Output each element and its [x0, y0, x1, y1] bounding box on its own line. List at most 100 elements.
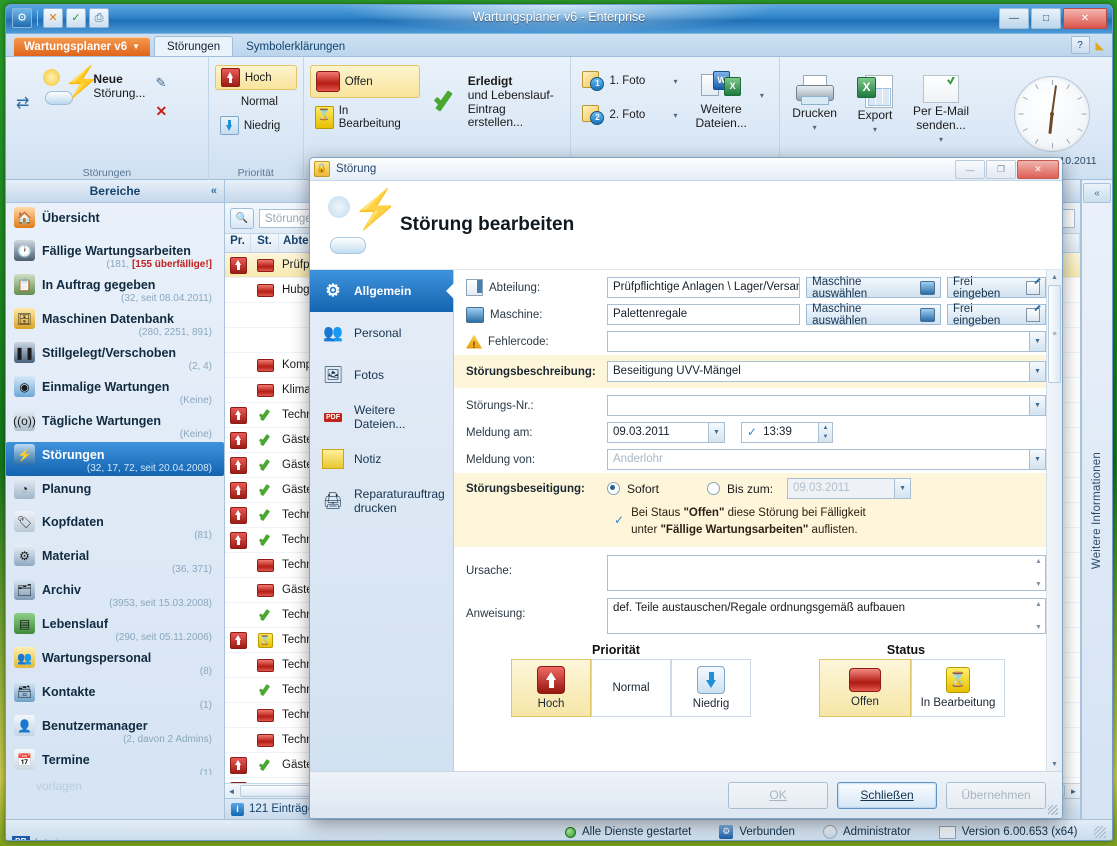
ribbon-help-area[interactable]: ? ◣ — [1071, 36, 1104, 54]
sidebar-item-termine[interactable]: 📅Termine(1) — [6, 747, 224, 775]
status-tile-bearbeitung[interactable]: ⌛ In Bearbeitung — [911, 659, 1005, 717]
column-header-st[interactable]: St. — [251, 234, 279, 252]
hint-check-icon[interactable]: ✓ — [614, 505, 624, 527]
dialog-close-button[interactable]: ✕ — [1017, 160, 1059, 179]
sidebar-item-material[interactable]: ⚙Material(36, 371) — [6, 543, 224, 577]
export-dropdown-icon[interactable]: ▾ — [870, 125, 880, 134]
more-files-button[interactable]: WX Weitere Dateien... — [689, 61, 752, 137]
biszum-datepicker[interactable]: 09.03.2011 ▼ — [787, 478, 911, 499]
meldung-zeit-spinner[interactable]: ✓ 13:39 ▲▼ — [741, 422, 833, 443]
column-header-pr[interactable]: Pr. — [225, 234, 251, 252]
ribbon-status-bearbeitung[interactable]: ⌛ InBearbeitung — [310, 102, 420, 133]
send-email-dropdown-icon[interactable]: ▾ — [936, 135, 946, 144]
ok-button[interactable]: OK — [728, 782, 828, 809]
ribbon-photo-1[interactable]: 1 1. Foto ▾ — [577, 69, 685, 93]
sidebar-item-in-auftrag-gegeben[interactable]: 📋In Auftrag gegeben(32, seit 08.04.2011) — [6, 272, 224, 306]
dialog-scroll-down-icon[interactable]: ▼ — [1051, 757, 1058, 771]
meldung-von-combo[interactable]: Anderlohr ▼ — [607, 449, 1046, 470]
sidebar-item-stillgelegt-verschoben[interactable]: ❚❚Stillgelegt/Verschoben(2, 4) — [6, 340, 224, 374]
dialog-maximize-button[interactable]: ❐ — [986, 160, 1016, 179]
dialog-scroll-thumb[interactable]: ≡ — [1048, 285, 1061, 383]
radio-sofort-icon[interactable] — [607, 482, 620, 495]
sidebar-item-archiv[interactable]: 🗂Archiv(3953, seit 15.03.2008) — [6, 577, 224, 611]
dialog-nav-notiz[interactable]: Notiz — [310, 438, 453, 480]
abteilung-free-entry-button[interactable]: Frei eingeben — [947, 277, 1046, 298]
dialog-nav-fotos[interactable]: 🖼Fotos — [310, 354, 453, 396]
status-tile-offen[interactable]: Offen — [819, 659, 911, 717]
abteilung-input[interactable]: Prüfpflichtige Anlagen \ Lager/Versand — [607, 277, 800, 298]
dialog-minimize-button[interactable]: — — [955, 160, 985, 179]
photo-1-dropdown-icon[interactable]: ▾ — [670, 77, 680, 86]
sidebar-item-übersicht[interactable]: 🏠Übersicht — [6, 205, 224, 238]
sidebar-collapse-icon[interactable]: « — [211, 185, 217, 197]
meldung-am-datepicker[interactable]: 09.03.2011 ▼ — [607, 422, 725, 443]
beseitigung-biszum-radio[interactable]: Bis zum: — [707, 482, 773, 496]
ribbon-status-offen[interactable]: Offen — [310, 65, 420, 98]
resize-grip[interactable] — [1094, 826, 1106, 838]
meldung-von-dropdown-icon[interactable]: ▼ — [1029, 449, 1046, 470]
biszum-dropdown-icon[interactable]: ▼ — [894, 478, 911, 499]
sidebar-item-benutzermanager[interactable]: 👤Benutzermanager(2, davon 2 Admins) — [6, 713, 224, 747]
print-dropdown-icon[interactable]: ▾ — [810, 123, 820, 132]
edit-fault-icon[interactable]: ✎ — [155, 75, 167, 91]
sidebar-item-wartungspersonal[interactable]: 👥Wartungspersonal(8) — [6, 645, 224, 679]
dialog-nav-allgemein[interactable]: ⚙Allgemein — [310, 270, 453, 312]
dialog-scroll-up-icon[interactable]: ▲ — [1051, 270, 1058, 284]
dialog-nav-weitere-dateien[interactable]: PDFWeitere Dateien... — [310, 396, 453, 438]
dialog-nav-personal[interactable]: 👥Personal — [310, 312, 453, 354]
ribbon-priority-niedrig[interactable]: Niedrig — [215, 114, 297, 137]
tab-symbolerklaerungen[interactable]: Symbolerklärungen — [233, 36, 358, 56]
beschreibung-dropdown-icon[interactable]: ▼ — [1029, 361, 1046, 382]
fehlercode-dropdown-icon[interactable]: ▼ — [1029, 331, 1046, 352]
meldung-am-input[interactable]: 09.03.2011 — [607, 422, 708, 443]
time-spinner-buttons[interactable]: ▲▼ — [818, 422, 833, 443]
ursache-textarea[interactable]: ▲▼ — [607, 555, 1046, 591]
app-menu-tab[interactable]: Wartungsplaner v6 ▼ — [14, 37, 150, 56]
sidebar-item-fällige-wartungsarbeiten[interactable]: 🕐Fällige Wartungsarbeiten(181, [155 über… — [6, 238, 224, 272]
meldung-zeit-input[interactable]: ✓ 13:39 — [741, 422, 818, 443]
print-button[interactable]: Drucken ▾ — [786, 69, 843, 138]
minimize-button[interactable]: — — [999, 8, 1029, 29]
fehlercode-input[interactable] — [607, 331, 1029, 352]
close-button[interactable]: ✕ — [1063, 8, 1107, 29]
scroll-left-icon[interactable]: ◄ — [225, 787, 238, 796]
sidebar-item-maschinen-datenbank[interactable]: 🗄Maschinen Datenbank(280, 2251, 891) — [6, 306, 224, 340]
mark-done-button[interactable]: Erledigt und Lebenslauf- Eintrag erstell… — [424, 61, 565, 136]
apply-button[interactable]: Übernehmen — [946, 782, 1046, 809]
abteilung-select-machine-button[interactable]: Maschine auswählen — [806, 277, 941, 298]
dialog-nav-reparaturauftrag-drucken[interactable]: 🖨Reparaturauftrag drucken — [310, 480, 453, 522]
sidebar-item-lebenslauf[interactable]: ▤Lebenslauf(290, seit 05.11.2006) — [6, 611, 224, 645]
meldung-am-dropdown-icon[interactable]: ▼ — [708, 422, 725, 443]
priority-tile-niedrig[interactable]: Niedrig — [671, 659, 751, 717]
more-files-dropdown-icon[interactable]: ▾ — [757, 61, 767, 100]
sidebar-item-kopfdaten[interactable]: 🏷Kopfdaten(81) — [6, 509, 224, 543]
beschreibung-input[interactable]: Beseitigung UVV-Mängel — [607, 361, 1029, 382]
tab-stoerungen[interactable]: Störungen — [154, 36, 233, 56]
sidebar-item-kontakte[interactable]: 🗃Kontakte(1) — [6, 679, 224, 713]
meldung-von-input[interactable]: Anderlohr — [607, 449, 1029, 470]
help-icon[interactable]: ? — [1071, 36, 1090, 54]
sidebar-item-tägliche-wartungen[interactable]: ((o))Tägliche Wartungen(Keine) — [6, 408, 224, 442]
biszum-input[interactable]: 09.03.2011 — [787, 478, 894, 499]
maximize-button[interactable]: □ — [1031, 8, 1061, 29]
dialog-vertical-scrollbar[interactable]: ▲ ≡ ▼ — [1046, 270, 1062, 771]
time-check-icon[interactable]: ✓ — [747, 423, 757, 442]
close-dialog-button[interactable]: Schließen — [837, 782, 937, 809]
search-icon[interactable]: 🔍 — [230, 208, 254, 229]
ursache-scrollbar[interactable]: ▲▼ — [1034, 558, 1043, 588]
ribbon-priority-normal[interactable]: Normal — [215, 94, 297, 110]
ribbon-photo-2[interactable]: 2 2. Foto ▾ — [577, 103, 685, 127]
radio-biszum-icon[interactable] — [707, 482, 720, 495]
navigate-icon[interactable]: ⇄ — [12, 61, 33, 145]
dialog-window-controls[interactable]: — ❐ ✕ — [955, 160, 1059, 179]
new-fault-button[interactable]: ⚡ Neue Störung... — [37, 61, 151, 113]
sidebar-item-einmalige-wartungen[interactable]: ◉Einmalige Wartungen(Keine) — [6, 374, 224, 408]
anweisung-scrollbar[interactable]: ▲▼ — [1034, 601, 1043, 631]
maschine-free-entry-button[interactable]: Frei eingeben — [947, 304, 1046, 325]
window-controls[interactable]: — □ ✕ — [999, 8, 1107, 29]
beschreibung-combo[interactable]: Beseitigung UVV-Mängel ▼ — [607, 361, 1046, 382]
fehlercode-combo[interactable]: ▼ — [607, 331, 1046, 352]
dialog-resize-grip[interactable] — [1048, 805, 1058, 815]
priority-tile-hoch[interactable]: Hoch — [511, 659, 591, 717]
delete-fault-icon[interactable]: ✕ — [155, 103, 167, 120]
